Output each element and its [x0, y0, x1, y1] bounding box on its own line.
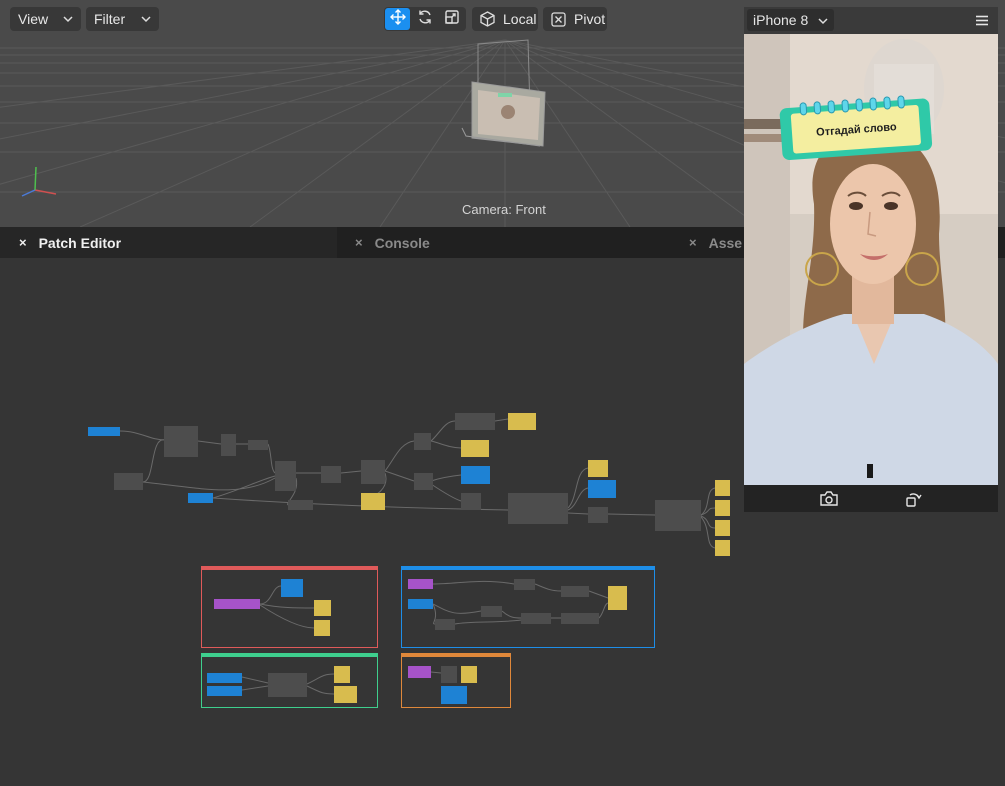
patch-node[interactable] — [214, 599, 260, 609]
patch-node[interactable] — [561, 613, 599, 624]
patch-node[interactable] — [521, 613, 551, 624]
simulator-header: iPhone 8 — [744, 7, 998, 34]
patch-node[interactable] — [408, 666, 431, 678]
patch-node[interactable] — [715, 500, 730, 516]
pivot-button[interactable]: Pivot — [543, 7, 607, 31]
patch-node[interactable] — [588, 480, 616, 498]
view-menu-button[interactable]: View — [10, 7, 81, 31]
patch-node[interactable] — [414, 433, 431, 450]
rotate-device-icon[interactable] — [905, 490, 923, 512]
patch-node[interactable] — [408, 579, 433, 589]
patch-node[interactable] — [455, 413, 495, 430]
patch-node[interactable] — [334, 686, 357, 703]
patch-node[interactable] — [275, 461, 296, 491]
scale-icon — [444, 9, 460, 30]
scene-plane-object — [461, 39, 546, 147]
filter-menu-button[interactable]: Filter — [86, 7, 159, 31]
patch-node[interactable] — [514, 579, 535, 590]
patch-node[interactable] — [207, 686, 242, 696]
patch-node[interactable] — [414, 473, 433, 490]
local-space-label: Local — [503, 11, 537, 27]
patch-node[interactable] — [508, 493, 568, 524]
close-icon[interactable]: × — [355, 235, 363, 250]
local-space-button[interactable]: Local — [472, 7, 538, 31]
patch-node[interactable] — [288, 500, 313, 510]
filter-menu-label: Filter — [94, 11, 126, 27]
patch-node[interactable] — [508, 413, 536, 430]
simulator-footer — [744, 485, 998, 512]
device-simulator: iPhone 8 Отгадай слово — [744, 7, 998, 512]
patch-node[interactable] — [207, 673, 242, 683]
patch-node[interactable] — [334, 666, 350, 683]
patch-node[interactable] — [188, 493, 213, 503]
patch-node[interactable] — [314, 620, 330, 636]
patch-node[interactable] — [321, 466, 341, 483]
patch-node[interactable] — [715, 540, 730, 556]
close-icon[interactable]: × — [689, 235, 697, 250]
pivot-icon — [551, 11, 566, 27]
scale-tool-button[interactable] — [439, 8, 464, 30]
patch-node[interactable] — [408, 599, 433, 609]
move-tool-button[interactable] — [385, 8, 410, 30]
cube-icon — [480, 11, 495, 27]
patch-node[interactable] — [164, 426, 198, 457]
patch-node[interactable] — [608, 586, 627, 610]
chevron-down-icon — [63, 15, 73, 23]
patch-node[interactable] — [588, 460, 608, 477]
rotate-tool-button[interactable] — [412, 8, 437, 30]
pivot-label: Pivot — [574, 11, 606, 27]
chevron-down-icon — [141, 15, 151, 23]
device-select-label: iPhone 8 — [753, 12, 809, 28]
camera-label: Camera: Front — [462, 202, 546, 217]
patch-node[interactable] — [361, 493, 385, 510]
patch-node[interactable] — [561, 586, 589, 597]
patch-node[interactable] — [461, 666, 477, 683]
preview-screen[interactable]: Отгадай слово — [744, 34, 998, 485]
hamburger-menu-icon[interactable] — [976, 13, 988, 31]
patch-node[interactable] — [655, 500, 701, 531]
transform-tool-group — [384, 7, 466, 31]
patch-node[interactable] — [461, 493, 481, 510]
tab-assets-label: Asse — [708, 234, 743, 251]
patch-node[interactable] — [281, 579, 303, 597]
patch-node[interactable] — [715, 480, 730, 496]
patch-node[interactable] — [715, 520, 730, 536]
camera-flip-icon[interactable] — [819, 490, 839, 512]
move-icon — [389, 8, 406, 30]
tab-patch-editor-label: Patch Editor — [38, 234, 122, 251]
patch-node[interactable] — [441, 666, 457, 683]
patch-node[interactable] — [435, 619, 455, 630]
camera-preview-image — [744, 34, 998, 485]
close-icon[interactable]: × — [19, 235, 27, 250]
device-select[interactable]: iPhone 8 — [747, 9, 835, 31]
patch-node[interactable] — [441, 686, 467, 704]
patch-node[interactable] — [481, 606, 502, 617]
patch-node[interactable] — [114, 473, 143, 490]
patch-node[interactable] — [268, 673, 307, 697]
patch-node[interactable] — [88, 427, 120, 436]
patch-node[interactable] — [221, 434, 236, 456]
patch-node[interactable] — [361, 460, 385, 484]
patch-node[interactable] — [588, 507, 608, 523]
rotate-icon — [417, 9, 433, 30]
patch-node[interactable] — [461, 440, 489, 457]
patch-node[interactable] — [461, 466, 490, 484]
patch-node[interactable] — [314, 600, 331, 616]
tab-patch-editor[interactable]: × Patch Editor — [0, 227, 337, 258]
tab-console[interactable]: × Console — [337, 227, 674, 258]
tab-console-label: Console — [374, 234, 430, 251]
chevron-down-icon — [818, 12, 828, 28]
view-menu-label: View — [18, 11, 49, 27]
patch-node[interactable] — [248, 440, 268, 450]
